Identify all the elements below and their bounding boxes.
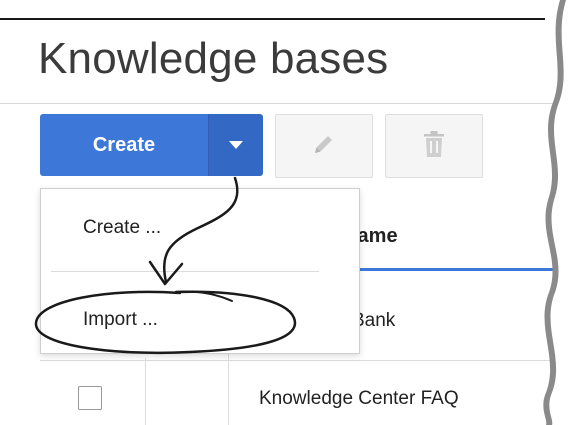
page-title: Knowledge bases bbox=[38, 34, 389, 83]
delete-button[interactable] bbox=[385, 114, 483, 178]
table-col-divider bbox=[145, 358, 146, 425]
torn-edge bbox=[549, 0, 578, 425]
row-checkbox[interactable] bbox=[78, 386, 102, 410]
create-dropdown-menu: Create ... Import ... bbox=[40, 188, 360, 354]
top-border bbox=[0, 18, 545, 20]
toolbar: Create bbox=[40, 114, 483, 178]
knowledge-bases-page: Knowledge bases Create lame Bank Knowled… bbox=[0, 0, 578, 425]
create-button[interactable]: Create bbox=[40, 114, 208, 176]
create-split-button: Create bbox=[40, 114, 263, 176]
pencil-icon bbox=[312, 132, 336, 161]
title-divider bbox=[0, 103, 560, 104]
torn-edge-shadow bbox=[543, 0, 578, 425]
trash-icon bbox=[424, 130, 444, 162]
table-row-name[interactable]: Knowledge Center FAQ bbox=[259, 388, 459, 410]
menu-separator bbox=[51, 271, 319, 272]
menu-item-create[interactable]: Create ... bbox=[83, 217, 161, 239]
create-dropdown-toggle[interactable] bbox=[208, 114, 263, 176]
table-row-divider bbox=[40, 360, 560, 361]
menu-item-import[interactable]: Import ... bbox=[83, 309, 158, 331]
edit-button[interactable] bbox=[275, 114, 373, 178]
caret-down-icon bbox=[229, 136, 243, 154]
